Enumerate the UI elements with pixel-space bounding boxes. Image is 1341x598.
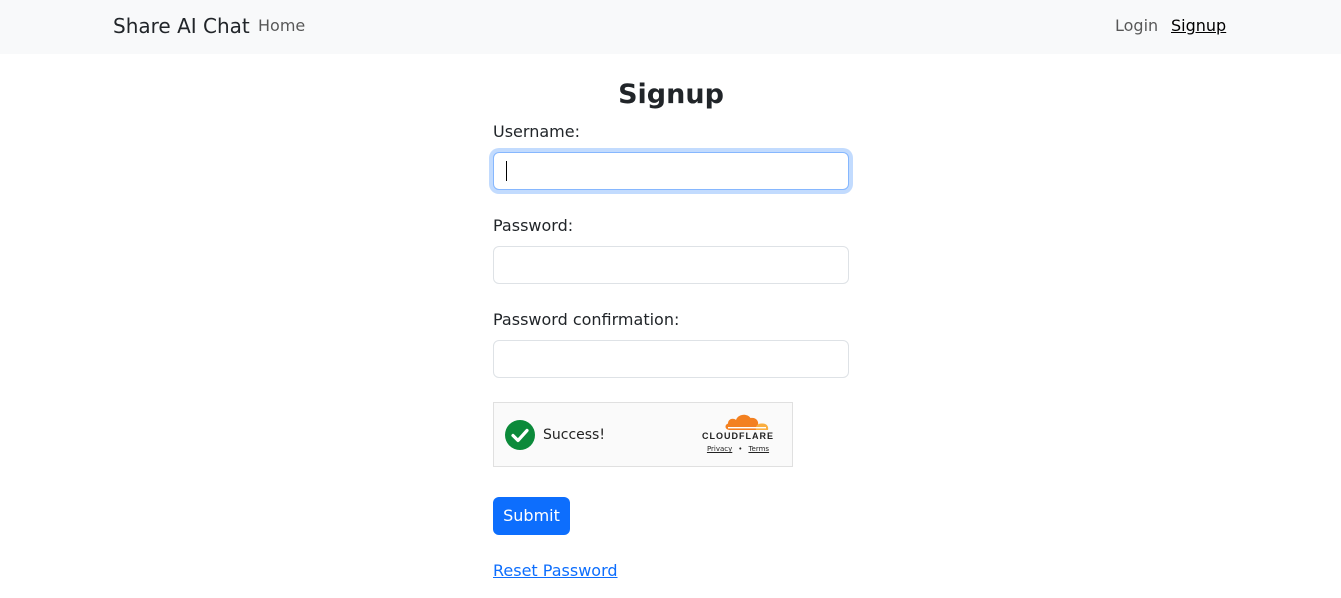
privacy-link[interactable]: Privacy [707,445,732,453]
page-title: Signup [618,79,724,110]
username-input[interactable] [493,152,849,190]
password-confirmation-input[interactable] [493,340,849,378]
password-input[interactable] [493,246,849,284]
submit-button[interactable]: Submit [493,497,570,535]
link-separator: • [738,445,743,453]
password-confirmation-label: Password confirmation: [493,310,680,329]
brand-link[interactable]: Share AI Chat [113,12,250,40]
nav-signup-link[interactable]: Signup [1171,16,1226,36]
captcha-widget[interactable]: Success! CLOUDFLARE Privacy • Terms [493,402,793,467]
nav-login-link[interactable]: Login [1115,16,1158,36]
check-circle-icon [505,420,535,450]
nav-home-link[interactable]: Home [258,16,305,36]
captcha-links: Privacy • Terms [698,445,778,453]
username-label: Username: [493,122,580,141]
terms-link[interactable]: Terms [748,445,769,453]
text-caret [506,161,507,181]
reset-password-link[interactable]: Reset Password [493,561,618,581]
navbar: Share AI Chat Home Login Signup [0,0,1341,54]
captcha-status-text: Success! [543,427,605,443]
password-label: Password: [493,216,574,235]
cloudflare-wordmark: CLOUDFLARE [702,431,774,441]
